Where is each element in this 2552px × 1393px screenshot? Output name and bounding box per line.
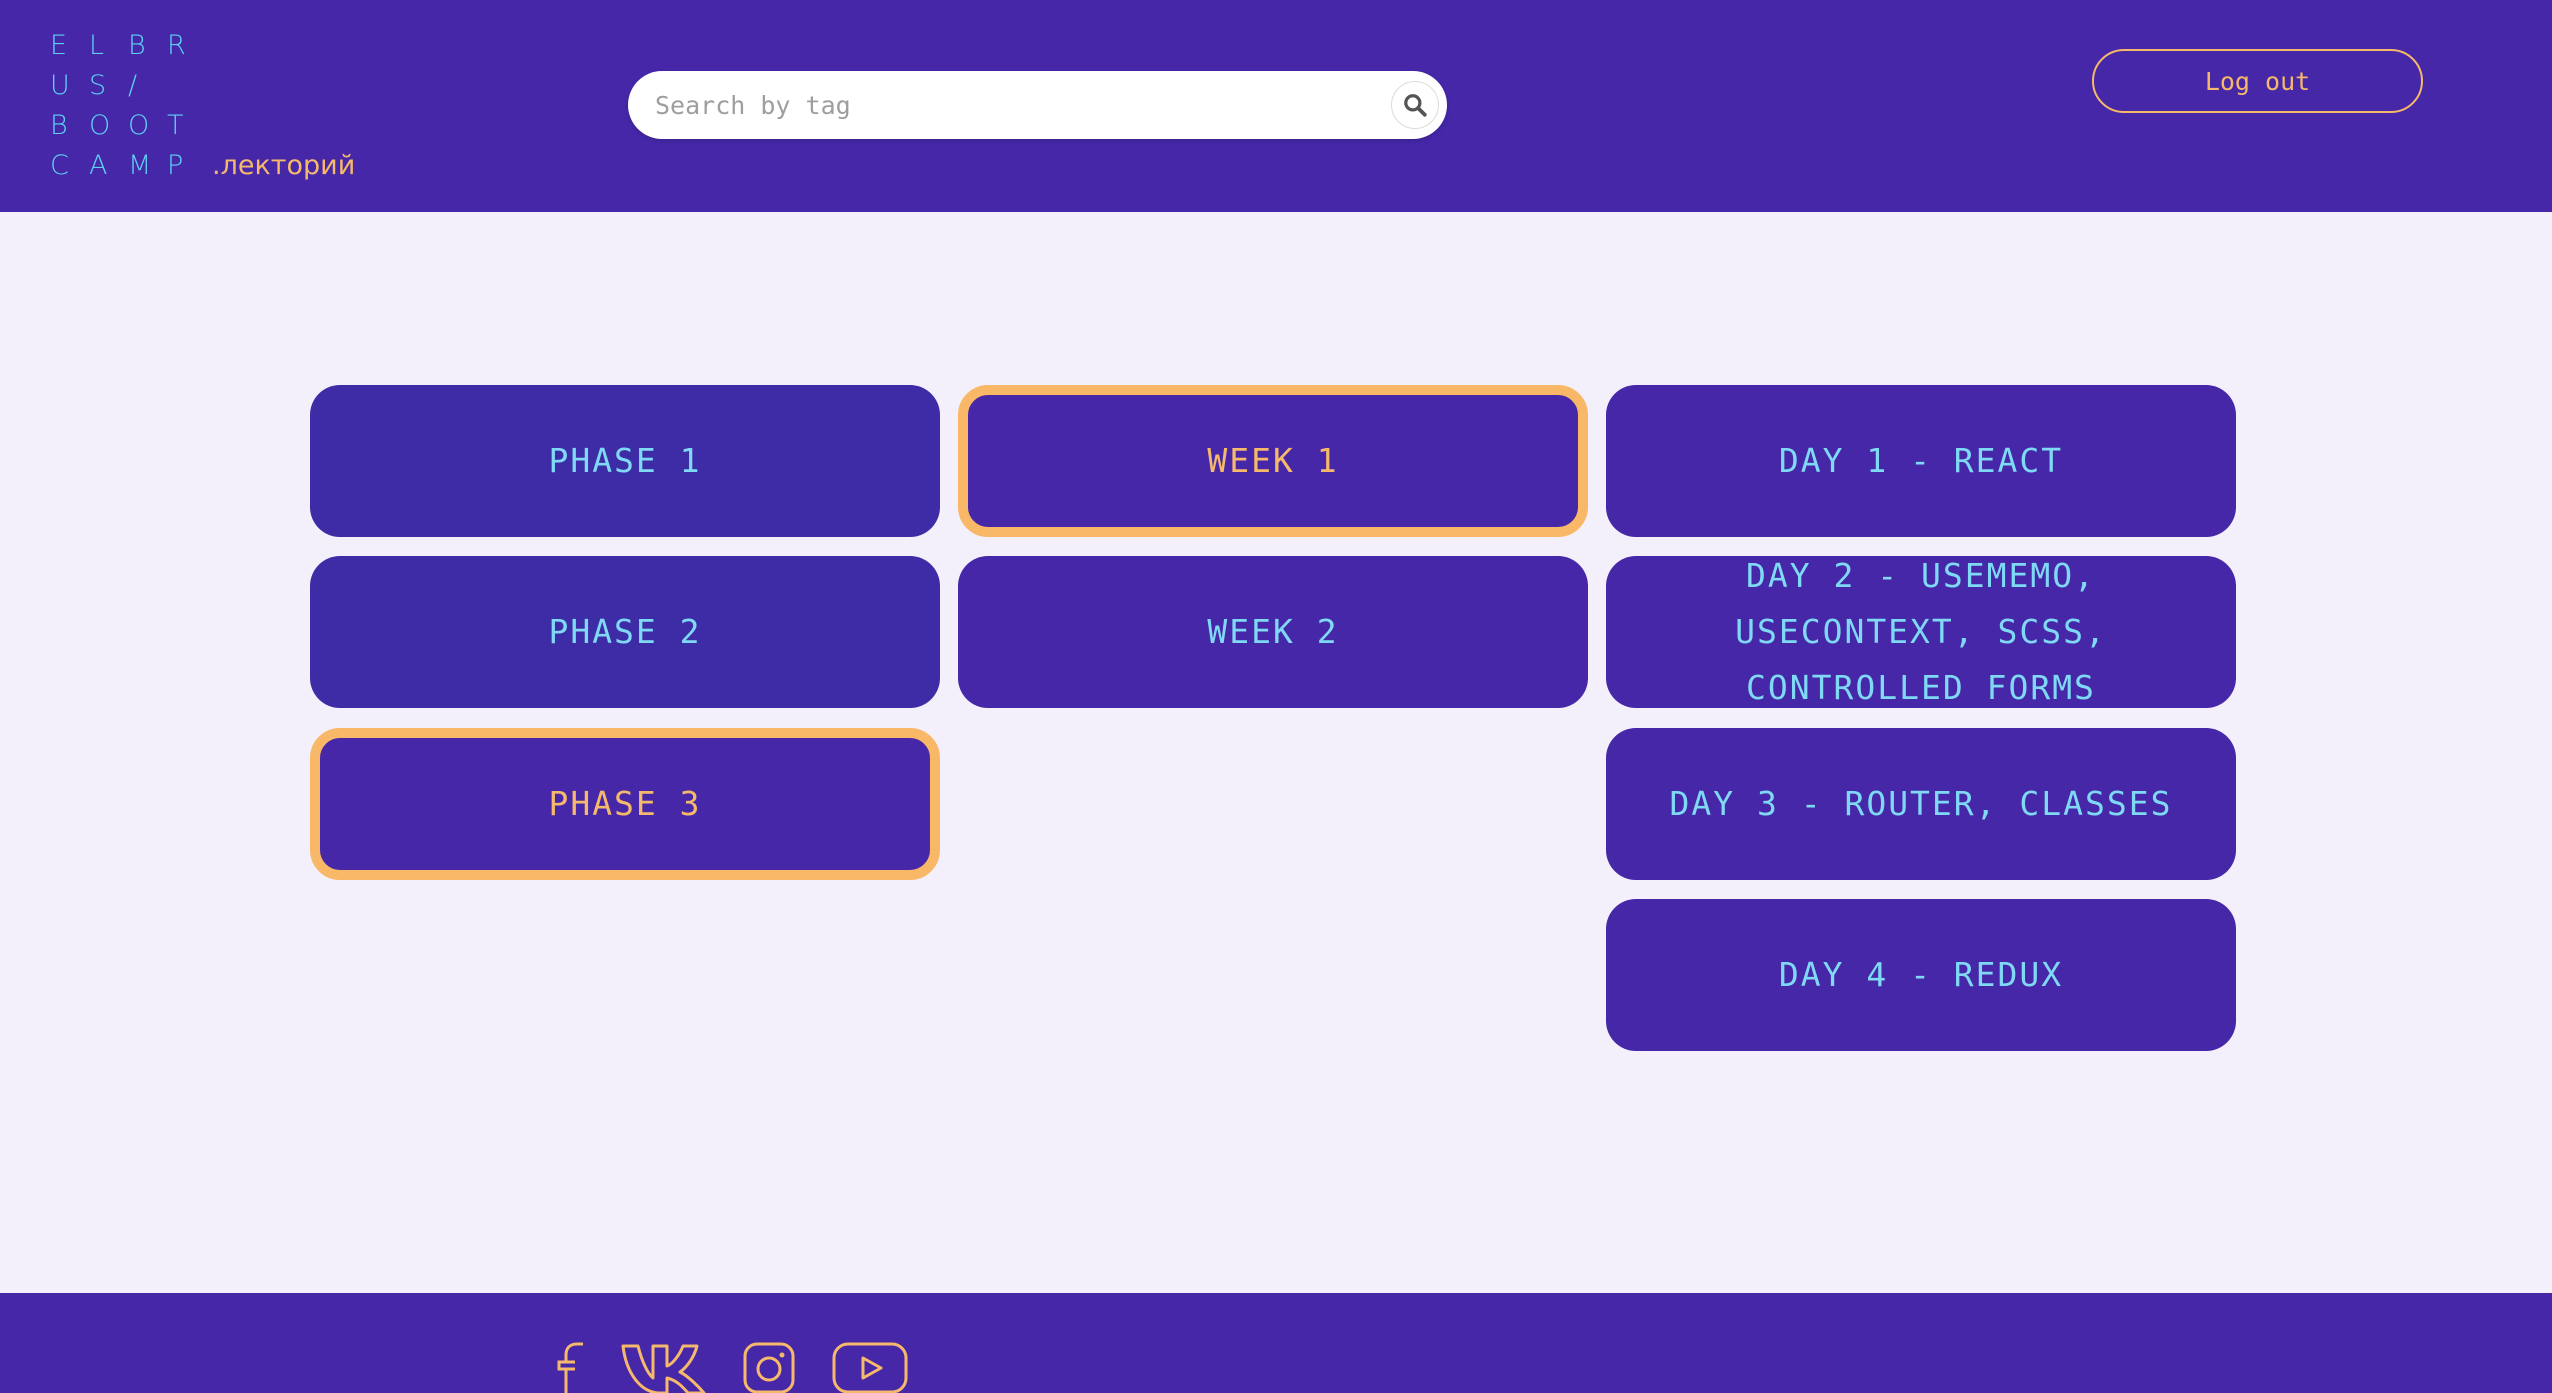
logo[interactable]: E L B R U S / B O O T C A M P .лекторий [50, 26, 355, 186]
logo-letter: U [50, 70, 70, 101]
search-bar [628, 71, 1447, 139]
week-card-2[interactable]: WEEK 2 [958, 556, 1588, 708]
header: E L B R U S / B O O T C A M P .лекторий [0, 0, 2552, 212]
day-card-3[interactable]: DAY 3 - ROUTER, CLASSES [1606, 728, 2236, 880]
logo-letter: C [50, 150, 69, 181]
logo-letter: O [128, 110, 150, 141]
search-button[interactable] [1391, 81, 1439, 129]
logo-letter: M [128, 150, 152, 181]
logo-letter: B [128, 30, 146, 61]
logo-row-3: B O O T [50, 106, 355, 146]
logo-letter: P [167, 150, 184, 181]
instagram-link[interactable] [742, 1340, 796, 1393]
logo-letter: B [50, 110, 68, 141]
day-card-4[interactable]: DAY 4 - REDUX [1606, 899, 2236, 1051]
logo-letter: S [89, 70, 107, 101]
facebook-link[interactable] [553, 1340, 589, 1393]
footer [0, 1293, 2552, 1393]
instagram-icon [743, 1342, 795, 1393]
logo-letter: R [167, 30, 186, 61]
logo-letter: E [50, 30, 68, 61]
logo-letter: O [89, 110, 111, 141]
logo-suffix: .лекторий [212, 150, 356, 181]
facebook-icon [557, 1342, 583, 1393]
vk-link[interactable] [620, 1340, 710, 1393]
phase-card-3[interactable]: PHASE 3 [310, 728, 940, 880]
search-icon [1404, 94, 1427, 117]
logo-row-4: C A M P .лекторий [50, 146, 355, 186]
logo-row-1: E L B R [50, 26, 355, 66]
week-card-1[interactable]: WEEK 1 [958, 385, 1588, 537]
logo-letter: / [128, 70, 138, 101]
day-card-1[interactable]: DAY 1 - REACT [1606, 385, 2236, 537]
logo-letter: L [89, 30, 105, 61]
search-input[interactable] [628, 71, 1368, 139]
logout-button[interactable]: Log out [2092, 49, 2423, 113]
logo-letter: A [89, 150, 108, 181]
logo-letter: T [167, 110, 184, 141]
phase-card-2[interactable]: PHASE 2 [310, 556, 940, 708]
logo-row-2: U S / [50, 66, 355, 106]
vk-icon [621, 1344, 706, 1393]
youtube-icon [832, 1342, 908, 1393]
youtube-link[interactable] [831, 1340, 909, 1393]
day-card-2[interactable]: DAY 2 - USEMEMO, USECONTEXT, SCSS, CONTR… [1606, 556, 2236, 708]
phase-card-1[interactable]: PHASE 1 [310, 385, 940, 537]
